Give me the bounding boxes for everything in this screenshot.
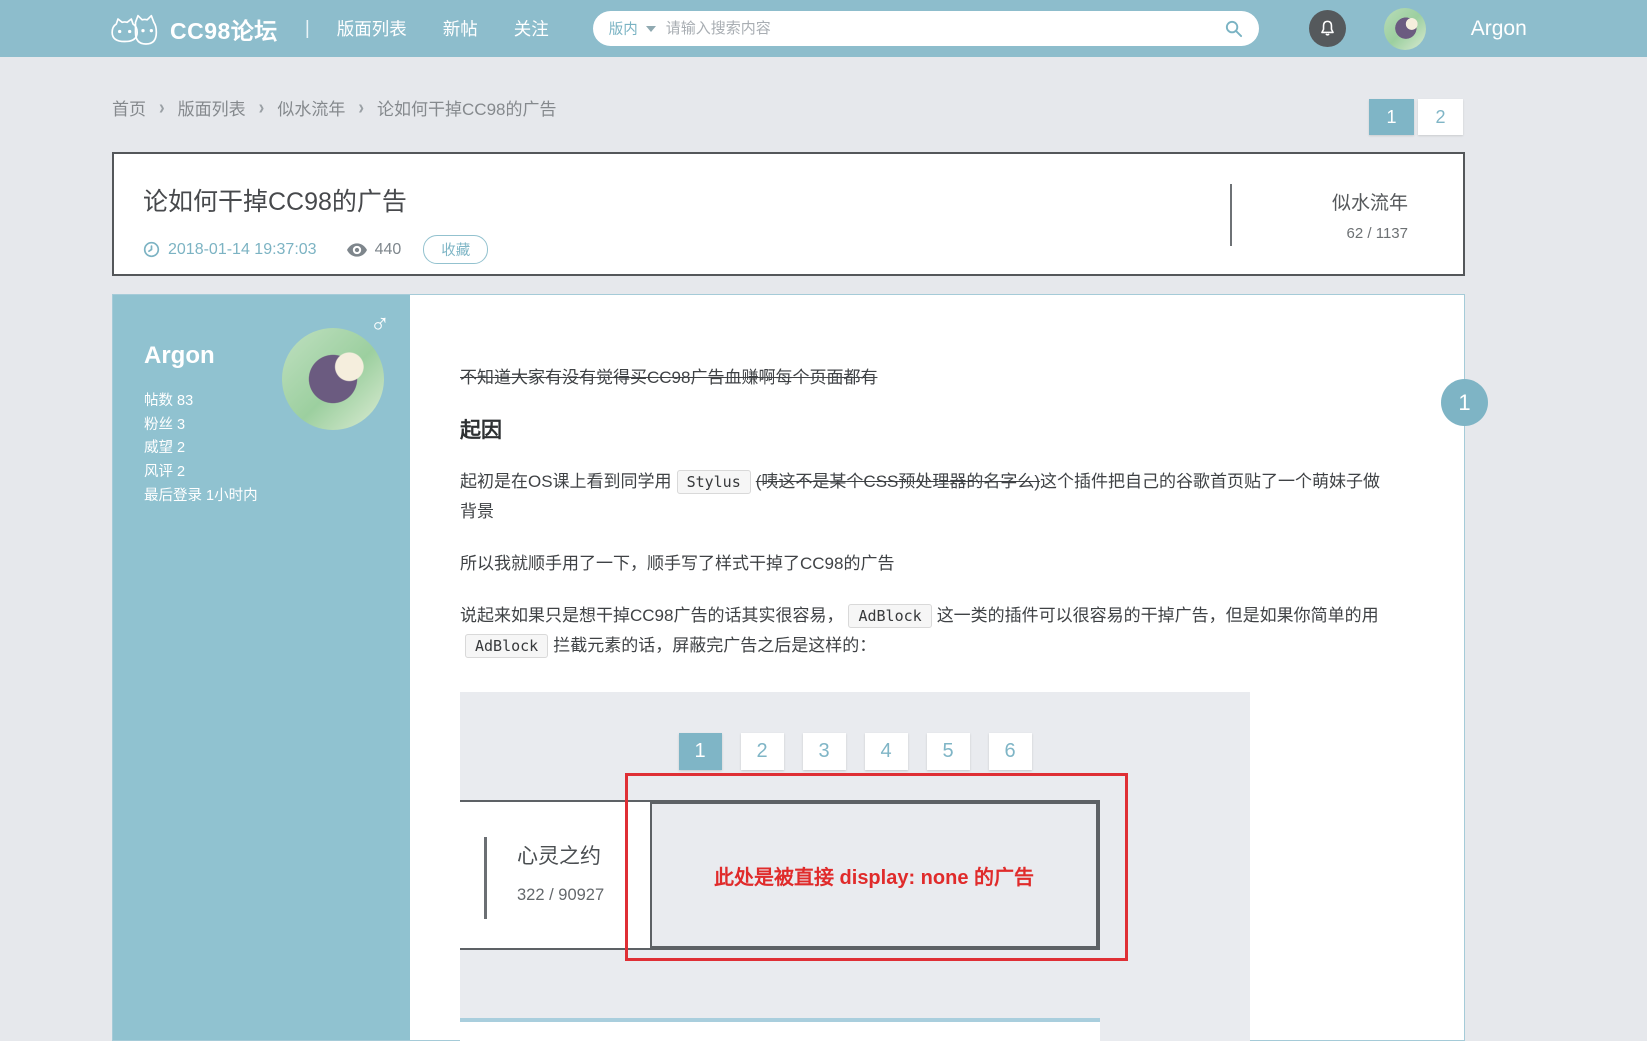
screenshot-board-count: 322 / 90927 [517,886,605,904]
text-run: 起初是在OS课上看到同学用 [460,472,672,491]
paragraph-adblock: 说起来如果只是想干掉CC98广告的话其实很容易， AdBlock 这一类的插件可以很… [460,601,1392,661]
clock-icon [143,241,160,258]
screenshot-page-2: 2 [740,733,784,770]
search-scope-dropdown[interactable]: 版内 [609,18,638,39]
author-stats: 帖数 83 粉丝 3 威望 2 风评 2 最后登录 1小时内 [144,390,258,509]
breadcrumb-row: 首页 › 版面列表 › 似水流年 › 论如何干掉CC98的广告 1 2 [0,57,1647,152]
chevron-right-icon: › [258,95,265,119]
vertical-divider [1230,184,1232,246]
text-run: 拦截元素的话，屏蔽完广告之后是这样的： [553,636,877,655]
post-header-card: 论如何干掉CC98的广告 2018-01-14 19:37:03 440 收藏 … [112,152,1465,276]
chevron-right-icon: › [358,95,365,119]
board-name[interactable]: 似水流年 [1280,188,1408,215]
inline-code-adblock: AdBlock [848,604,932,628]
inline-code-stylus: Stylus [676,470,751,494]
intro-paragraph: 不知道大家有没有觉得买CC98广告血赚啊每个页面都有 [460,363,1392,392]
stat-fans: 粉丝 3 [144,416,186,433]
text-run: 这一类的插件可以很容易的干掉广告，但是如果你简单的用 [936,606,1379,625]
screenshot-page-6: 6 [988,733,1032,770]
post-header-board-info: 似水流年 62 / 1137 [1230,184,1408,246]
screenshot-page-5: 5 [926,733,970,770]
screenshot-pagination: 1 2 3 4 5 6 [460,692,1250,770]
nav-link-boards[interactable]: 版面列表 [337,16,407,41]
post-content: 不知道大家有没有觉得买CC98广告血赚啊每个页面都有 起因 起初是在OS课上看到… [410,295,1464,1041]
search-input[interactable] [665,20,1214,37]
screenshot-page-1: 1 [678,733,722,770]
screenshot-page-3: 3 [802,733,846,770]
chevron-down-icon [645,25,656,32]
text-run: 说起来如果只是想干掉CC98广告的话其实很容易， [460,606,844,625]
chevron-right-icon: › [159,95,165,119]
screenshot-board-name: 心灵之约 [517,845,601,868]
cc98-logo-icon [111,14,158,45]
nav-separator: | [304,17,310,39]
search-button[interactable] [1224,19,1243,38]
stat-last-login: 最后登录 1小时内 [144,487,258,504]
vertical-divider [484,837,487,919]
author-name[interactable]: Argon [144,342,215,370]
bell-icon [1320,20,1334,36]
post-body-panel: ♂ Argon 帖数 83 粉丝 3 威望 2 风评 2 最后登录 1小时内 不… [112,294,1488,1041]
reply-view-count: 62 / 1137 [1346,225,1408,242]
view-count: 440 [374,240,402,258]
pagination-page-1[interactable]: 1 [1369,99,1414,135]
breadcrumb-current-topic: 论如何干掉CC98的广告 [377,100,557,119]
breadcrumb-board[interactable]: 似水流年 [277,95,345,120]
ad-annotation-text: 此处是被直接 display: none 的广告 [713,866,1035,889]
section-heading: 起因 [460,419,502,442]
hidden-ad-placeholder: 此处是被直接 display: none 的广告 [650,802,1098,948]
site-title: CC98论坛 [170,17,278,44]
topic-pagination: 1 2 [1369,99,1463,135]
stat-posts: 帖数 83 [144,393,194,409]
nav-link-new-posts[interactable]: 新帖 [443,16,478,41]
navbar-username[interactable]: Argon [1471,17,1527,41]
search-icon [1225,20,1242,38]
screenshot-next-card [460,1018,1100,1041]
navbar-avatar[interactable] [1383,7,1426,50]
breadcrumb-home[interactable]: 首页 [112,95,146,120]
favorite-button[interactable]: 收藏 [423,235,489,264]
strikethrough-text: 不知道大家有没有觉得买CC98广告血赚啊每个页面都有 [460,368,878,387]
male-gender-icon: ♂ [369,309,390,339]
embedded-screenshot: 1 2 3 4 5 6 心灵之约 322 / 90927 此处是被直接 disp… [460,692,1250,1041]
post-time: 2018-01-14 19:37:03 [168,240,317,258]
floor-number-badge: 1 [1441,379,1488,426]
paragraph-stylus: 起初是在OS课上看到同学用 Stylus (咦这不是某个CSS预处理器的名字么)这个… [460,467,1392,526]
stat-reputation: 风评 2 [144,464,186,481]
paragraph-usage: 所以我就顺手用了一下，顺手写了样式干掉了CC98的广告 [460,554,895,573]
notifications-button[interactable] [1308,10,1346,47]
strikethrough-text: (咦这不是某个CSS预处理器的名字么) [755,472,1041,491]
nav-link-follow[interactable]: 关注 [514,16,549,41]
author-avatar[interactable] [282,328,384,430]
search-bar[interactable]: 版内 [592,11,1259,46]
breadcrumb-boards[interactable]: 版面列表 [178,95,246,120]
top-navbar: CC98论坛 | 版面列表 新帖 关注 版内 Argon [0,0,1647,57]
views-eye-icon [346,242,367,257]
stat-prestige: 威望 2 [144,440,186,457]
screenshot-page-4: 4 [864,733,908,770]
nav-links: 版面列表 新帖 关注 [337,16,549,41]
inline-code-adblock: AdBlock [465,634,549,658]
pagination-page-2[interactable]: 2 [1418,99,1463,135]
author-sidebar: ♂ Argon 帖数 83 粉丝 3 威望 2 风评 2 最后登录 1小时内 [113,295,410,1040]
